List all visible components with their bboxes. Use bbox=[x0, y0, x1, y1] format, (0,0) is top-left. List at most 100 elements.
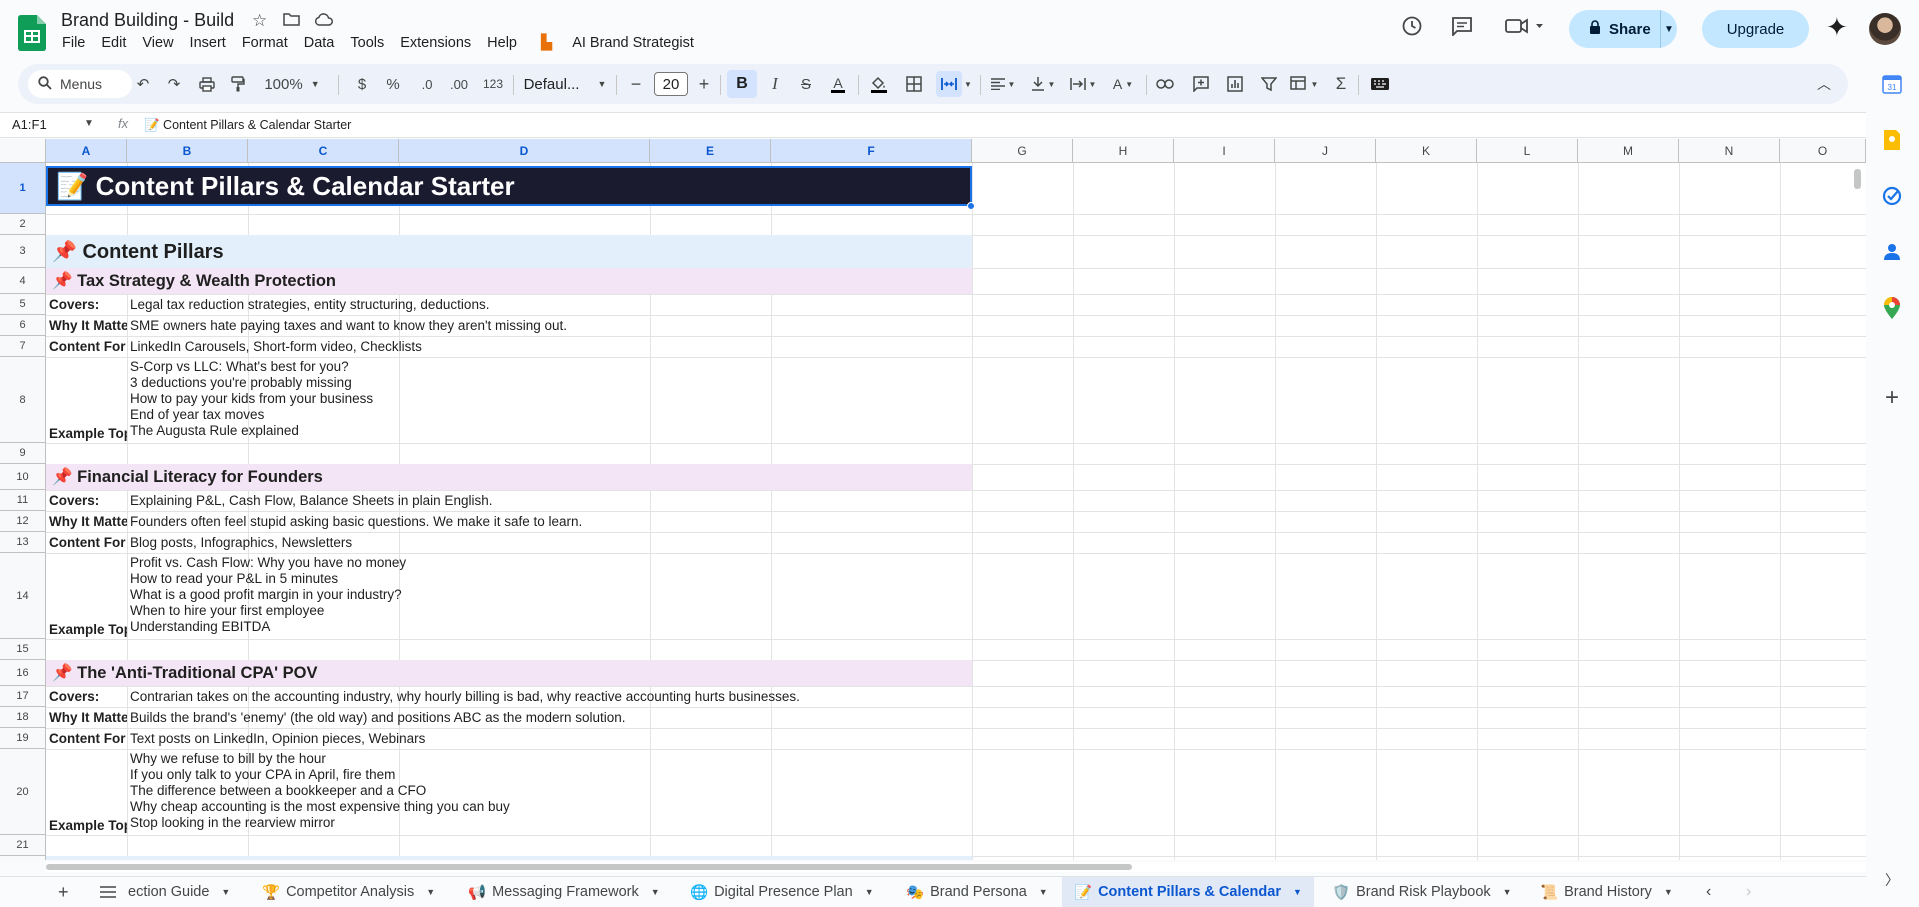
calendar-icon[interactable]: 31 bbox=[1880, 72, 1904, 96]
row-header-2[interactable]: 2 bbox=[0, 214, 46, 235]
format-label[interactable]: Content For bbox=[46, 336, 127, 357]
get-add-ons-icon[interactable]: + bbox=[1880, 384, 1904, 411]
menu-data[interactable]: Data bbox=[296, 35, 343, 55]
format-value[interactable]: LinkedIn Carousels, Short-form video, Ch… bbox=[127, 336, 972, 357]
row-header-4[interactable]: 4 bbox=[0, 268, 46, 294]
strikethrough-button[interactable]: S bbox=[794, 64, 818, 104]
row-header-17[interactable]: 17 bbox=[0, 686, 46, 707]
why-value[interactable]: Builds the brand's 'enemy' (the old way)… bbox=[127, 707, 972, 728]
why-value[interactable]: SME owners hate paying taxes and want to… bbox=[127, 315, 972, 336]
meet-video-icon[interactable] bbox=[1505, 16, 1545, 42]
row-header-10[interactable]: 10 bbox=[0, 464, 46, 490]
pillar-heading[interactable]: 📌 The 'Anti-Traditional CPA' POV bbox=[46, 660, 972, 686]
column-header-n[interactable]: N bbox=[1679, 139, 1780, 163]
topics-label[interactable]: Example Top bbox=[46, 619, 127, 639]
increase-font-size-icon[interactable]: + bbox=[694, 64, 714, 104]
why-label[interactable]: Why It Matte bbox=[46, 511, 127, 532]
chevron-down-icon[interactable]: ▼ bbox=[84, 118, 94, 129]
column-header-d[interactable]: D bbox=[399, 139, 650, 163]
column-header-i[interactable]: I bbox=[1174, 139, 1275, 163]
sheet-tab[interactable]: 🎭 Brand Persona ▼ bbox=[894, 877, 1060, 907]
column-header-m[interactable]: M bbox=[1578, 139, 1679, 163]
spreadsheet-grid[interactable]: A B C D E F G H I J K L M N O 1 2 3 4 5 … bbox=[0, 139, 1866, 860]
fill-color-icon[interactable] bbox=[866, 64, 892, 104]
row-header-13[interactable]: 13 bbox=[0, 532, 46, 553]
cloud-saved-icon[interactable] bbox=[314, 11, 333, 31]
sheet-tab[interactable]: ection Guide ▼ bbox=[116, 877, 242, 907]
row-header-22[interactable] bbox=[0, 856, 46, 860]
horizontal-scrollbar[interactable] bbox=[46, 862, 1866, 872]
input-tools-icon[interactable] bbox=[1366, 64, 1394, 104]
move-folder-icon[interactable] bbox=[283, 11, 300, 31]
selection-fill-handle[interactable] bbox=[967, 202, 975, 210]
sheet-tab[interactable]: 🏆 Competitor Analysis ▼ bbox=[250, 877, 447, 907]
pillar-heading[interactable]: 📌 Financial Literacy for Founders bbox=[46, 464, 972, 490]
document-title[interactable]: Brand Building - Build bbox=[61, 10, 234, 31]
insert-link-icon[interactable] bbox=[1152, 64, 1178, 104]
format-value[interactable]: Text posts on LinkedIn, Opinion pieces, … bbox=[127, 728, 972, 749]
column-header-b[interactable]: B bbox=[127, 139, 248, 163]
vertical-align-icon[interactable]: ▼ bbox=[1026, 64, 1060, 104]
vertical-scrollbar[interactable] bbox=[1854, 169, 1861, 189]
insert-chart-icon[interactable] bbox=[1222, 64, 1248, 104]
row-header-15[interactable]: 15 bbox=[0, 639, 46, 660]
row-header-18[interactable]: 18 bbox=[0, 707, 46, 728]
column-header-k[interactable]: K bbox=[1376, 139, 1477, 163]
row-header-16[interactable]: 16 bbox=[0, 660, 46, 686]
print-icon[interactable] bbox=[194, 64, 220, 104]
font-family-select[interactable]: Defaul... ▼ bbox=[520, 64, 610, 104]
covers-label[interactable]: Covers: bbox=[46, 490, 127, 511]
menu-extensions[interactable]: Extensions bbox=[392, 35, 479, 55]
row-header-19[interactable]: 19 bbox=[0, 728, 46, 749]
row-header-3[interactable]: 3 bbox=[0, 235, 46, 268]
share-dropdown-icon[interactable]: ▼ bbox=[1660, 10, 1677, 48]
column-header-e[interactable]: E bbox=[650, 139, 771, 163]
filter-icon[interactable] bbox=[1256, 64, 1282, 104]
gemini-icon[interactable]: ✦ bbox=[1826, 12, 1848, 43]
maps-icon[interactable] bbox=[1880, 296, 1904, 320]
covers-value[interactable]: Explaining P&L, Cash Flow, Balance Sheet… bbox=[127, 490, 972, 511]
scroll-tabs-right-icon[interactable]: › bbox=[1734, 877, 1763, 907]
menu-help[interactable]: Help bbox=[479, 35, 525, 55]
text-rotation-icon[interactable]: A ▼ bbox=[1106, 64, 1140, 104]
collapse-toolbar-icon[interactable]: ︿ bbox=[1812, 64, 1836, 104]
pillar-heading[interactable]: 📌 Tax Strategy & Wealth Protection bbox=[46, 268, 972, 294]
format-label[interactable]: Content For bbox=[46, 728, 127, 749]
topics-label[interactable]: Example Top bbox=[46, 815, 127, 835]
bold-button[interactable]: B bbox=[727, 70, 757, 98]
percent-format-button[interactable]: % bbox=[382, 64, 404, 104]
more-formats-button[interactable]: 123 bbox=[479, 64, 507, 104]
paint-format-icon[interactable] bbox=[225, 64, 251, 104]
row-header-5[interactable]: 5 bbox=[0, 294, 46, 315]
menus-search[interactable]: Menus bbox=[28, 70, 132, 98]
increase-decimal-button[interactable]: .00 bbox=[445, 64, 473, 104]
scroll-tabs-left-icon[interactable]: ‹ bbox=[1694, 877, 1723, 907]
row-header-21[interactable]: 21 bbox=[0, 835, 46, 856]
why-label[interactable]: Why It Matte bbox=[46, 707, 127, 728]
covers-value[interactable]: Legal tax reduction strategies, entity s… bbox=[127, 294, 972, 315]
row-header-20[interactable]: 20 bbox=[0, 749, 46, 835]
column-header-l[interactable]: L bbox=[1477, 139, 1578, 163]
menu-format[interactable]: Format bbox=[234, 35, 296, 55]
comments-icon[interactable] bbox=[1451, 16, 1473, 42]
row-header-1[interactable]: 1 bbox=[0, 163, 46, 214]
sheets-logo-icon[interactable] bbox=[18, 15, 46, 51]
share-main[interactable]: Share bbox=[1569, 10, 1660, 48]
row-header-8[interactable]: 8 bbox=[0, 357, 46, 443]
sheet-tab-active[interactable]: 📝 Content Pillars & Calendar ▼ bbox=[1062, 877, 1314, 907]
row-header-11[interactable]: 11 bbox=[0, 490, 46, 511]
decrease-decimal-button[interactable]: .0 bbox=[414, 64, 440, 104]
share-button[interactable]: Share ▼ bbox=[1569, 10, 1677, 48]
merge-cells-icon[interactable]: ▼ bbox=[932, 64, 976, 104]
menu-insert[interactable]: Insert bbox=[182, 35, 234, 55]
tasks-icon[interactable] bbox=[1880, 184, 1904, 208]
covers-value[interactable]: Contrarian takes on the accounting indus… bbox=[127, 686, 972, 707]
redo-icon[interactable]: ↷ bbox=[161, 64, 187, 104]
contacts-icon[interactable] bbox=[1880, 240, 1904, 264]
name-box[interactable]: A1:F1 bbox=[12, 117, 47, 132]
undo-icon[interactable]: ↶ bbox=[130, 64, 156, 104]
functions-icon[interactable]: Σ bbox=[1328, 64, 1354, 104]
version-history-icon[interactable] bbox=[1401, 15, 1423, 43]
row-header-14[interactable]: 14 bbox=[0, 553, 46, 639]
topics-value[interactable]: S-Corp vs LLC: What's best for you? 3 de… bbox=[127, 359, 972, 443]
